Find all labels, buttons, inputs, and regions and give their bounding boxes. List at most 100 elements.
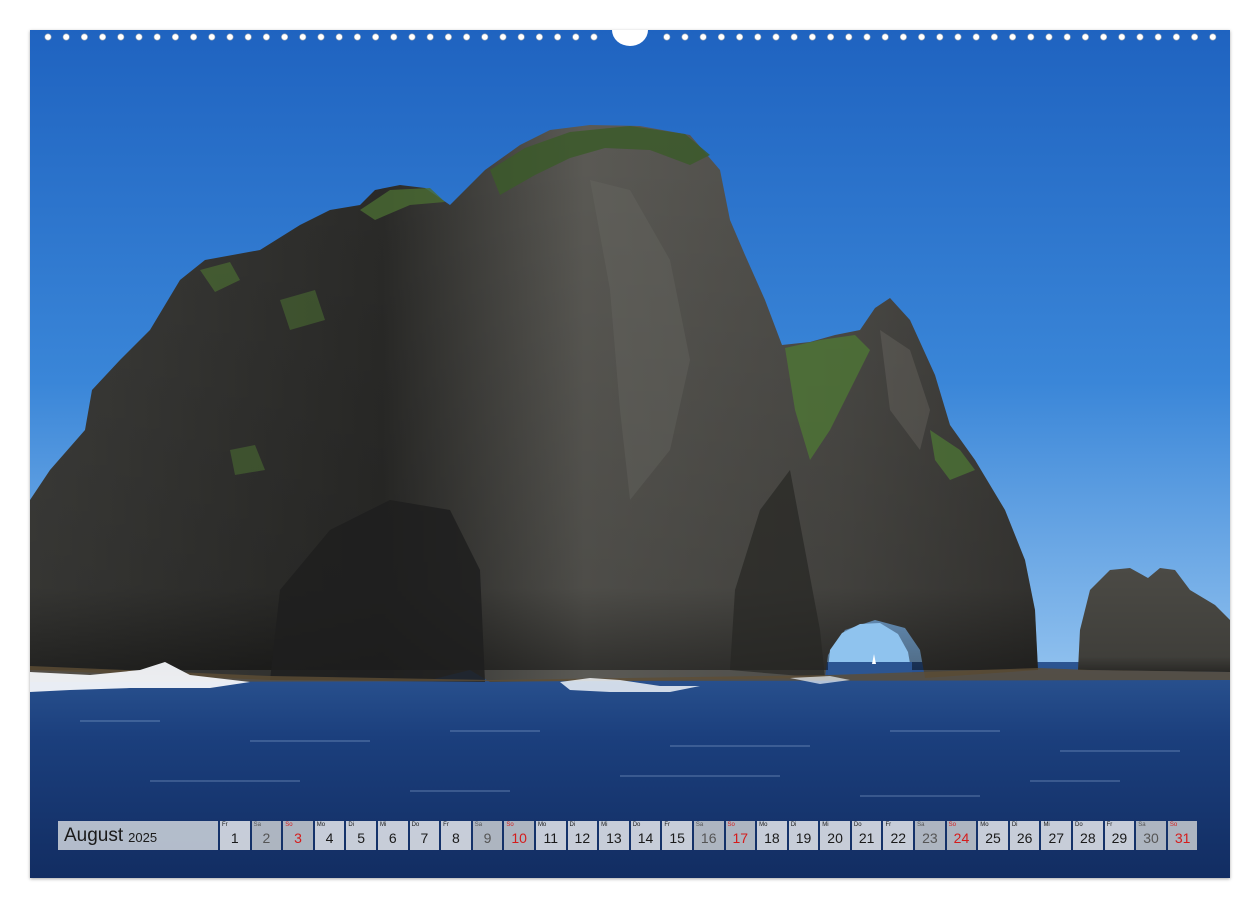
binding-hole <box>1191 33 1199 41</box>
day-cell: Do 21 <box>851 821 882 850</box>
day-abbr: Fr <box>443 822 449 828</box>
day-cell: Sa 9 <box>472 821 503 850</box>
day-cell: So 31 <box>1167 821 1198 850</box>
binding-hole <box>572 33 580 41</box>
binding-hole <box>954 33 962 41</box>
day-cell: Di 12 <box>567 821 598 850</box>
day-number: 21 <box>858 830 875 846</box>
day-abbr: Do <box>1075 822 1083 828</box>
binding-hole <box>372 33 380 41</box>
binding-hole <box>1081 33 1089 41</box>
day-abbr: Sa <box>253 822 261 828</box>
day-cell: Sa 16 <box>693 821 724 850</box>
binding-hole <box>535 33 543 41</box>
binding-hole <box>663 33 671 41</box>
day-cell: Do 28 <box>1073 821 1103 850</box>
binding-hole <box>1136 33 1144 41</box>
day-abbr: Di <box>569 822 576 828</box>
day-abbr: Fr <box>664 822 670 828</box>
day-number: 22 <box>890 830 907 846</box>
day-number: 16 <box>700 830 717 846</box>
binding-hole <box>936 33 944 41</box>
binding-hole <box>717 33 725 41</box>
day-cell: Di 26 <box>1009 821 1040 850</box>
day-abbr: Mo <box>537 822 547 828</box>
binding-hole <box>408 33 416 41</box>
binding-hole <box>499 33 507 41</box>
day-abbr: Do <box>853 822 862 828</box>
day-cell: Sa 23 <box>915 821 945 850</box>
binding-hole <box>918 33 926 41</box>
day-number: 2 <box>262 830 271 846</box>
day-abbr: Mi <box>379 822 387 828</box>
day-abbr: Mo <box>980 822 989 828</box>
binding-hole <box>863 33 871 41</box>
day-number: 15 <box>669 830 685 846</box>
hanger-notch <box>612 30 648 46</box>
rock-arch-photo <box>30 30 1230 878</box>
day-number: 10 <box>511 830 527 846</box>
binding-hole <box>426 33 434 41</box>
day-cell: Mi 20 <box>820 821 850 850</box>
binding-hole <box>80 33 88 41</box>
day-cell: Mi 27 <box>1041 821 1072 850</box>
day-abbr: Mi <box>822 822 829 828</box>
binding-hole <box>1118 33 1126 41</box>
binding-hole <box>1154 33 1162 41</box>
binding-hole <box>463 33 471 41</box>
binding-hole <box>736 33 744 41</box>
binding-hole <box>99 33 107 41</box>
binding-hole <box>827 33 835 41</box>
day-number: 6 <box>388 830 397 846</box>
day-abbr: Mi <box>601 822 608 828</box>
binding-hole <box>153 33 161 41</box>
binding-hole <box>44 33 52 41</box>
day-number: 28 <box>1080 830 1096 846</box>
day-number: 1 <box>230 830 239 846</box>
month-name: August <box>64 824 124 846</box>
day-cell: Mo 11 <box>535 821 566 850</box>
day-cell: Fr 22 <box>883 821 914 850</box>
binding-hole <box>390 33 398 41</box>
day-cell: Sa 30 <box>1136 821 1166 850</box>
day-number: 26 <box>1016 830 1033 846</box>
wire-binding-icon <box>30 30 1230 46</box>
day-abbr: So <box>506 822 514 828</box>
day-abbr: Di <box>790 822 797 828</box>
day-cell: Mo 18 <box>757 821 787 850</box>
day-number: 14 <box>637 830 654 846</box>
binding-hole <box>226 33 234 41</box>
day-number: 27 <box>1048 830 1065 846</box>
day-number: 17 <box>732 830 749 846</box>
day-abbr: Fr <box>885 822 892 828</box>
day-abbr: Do <box>632 822 641 828</box>
binding-hole <box>353 33 361 41</box>
binding-hole <box>1209 33 1217 41</box>
binding-hole <box>335 33 343 41</box>
binding-hole <box>317 33 325 41</box>
day-cell: Fr 1 <box>220 821 250 850</box>
binding-hole <box>1027 33 1035 41</box>
binding-hole <box>171 33 179 41</box>
day-number: 12 <box>574 830 591 846</box>
binding-hole <box>1009 33 1017 41</box>
day-number: 30 <box>1143 830 1159 846</box>
day-abbr: Di <box>348 822 355 828</box>
day-number: 8 <box>452 830 460 846</box>
day-abbr: Di <box>1011 822 1018 828</box>
day-number: 7 <box>420 830 429 846</box>
binding-hole <box>281 33 289 41</box>
day-number: 24 <box>953 830 970 846</box>
binding-hole <box>681 33 689 41</box>
day-cell: Fr 29 <box>1104 821 1135 850</box>
day-cell: Di 19 <box>788 821 819 850</box>
binding-hole <box>1045 33 1053 41</box>
binding-hole <box>754 33 762 41</box>
day-abbr: So <box>727 822 735 828</box>
day-abbr: Mo <box>316 822 326 828</box>
day-cell: So 24 <box>946 821 977 850</box>
day-abbr: Sa <box>695 822 704 828</box>
day-cell: Di 5 <box>346 821 376 850</box>
day-abbr: So <box>948 822 956 828</box>
day-abbr: Sa <box>474 822 483 828</box>
